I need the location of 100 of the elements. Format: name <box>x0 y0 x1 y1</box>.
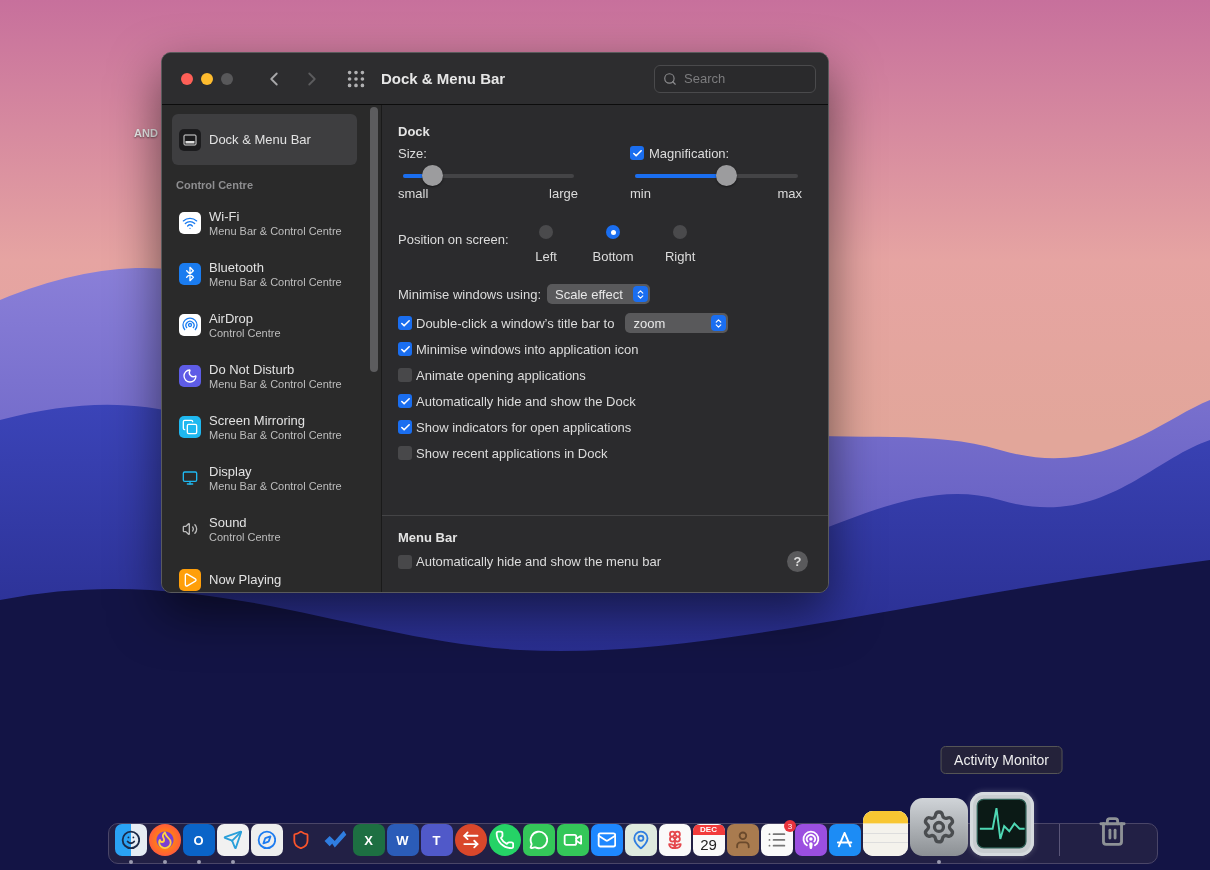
sidebar-item[interactable]: Dock & Menu Bar <box>172 114 357 165</box>
calendar-day: 29 <box>700 835 717 855</box>
overlapping-screens-icon <box>179 415 201 438</box>
bluetooth-icon <box>179 262 201 285</box>
sidebar-item-subtitle: Menu Bar & Control Centre <box>209 377 342 390</box>
sidebar-item-title: Dock & Menu Bar <box>209 132 311 147</box>
radio-button[interactable] <box>539 225 554 239</box>
search-icon <box>663 71 677 86</box>
window-title: Dock & Menu Bar <box>381 70 506 87</box>
moon-icon <box>179 364 201 387</box>
sidebar-section-heading: Control Centre <box>175 178 254 193</box>
section-heading: Dock <box>398 124 431 139</box>
desktop-icon-label: AND <box>134 127 158 139</box>
checkbox[interactable] <box>398 342 412 356</box>
checkbox[interactable] <box>398 446 412 460</box>
map-icon[interactable] <box>624 824 657 856</box>
slider-thumb[interactable] <box>716 165 738 186</box>
checkbox-label: Show recent applications in Dock <box>416 445 608 461</box>
help-button[interactable]: ? <box>787 551 808 572</box>
radio-label: Right <box>664 249 696 264</box>
sidebar-item[interactable]: Sound Control Centre <box>172 503 357 554</box>
checkbox[interactable] <box>398 420 412 434</box>
slider-min-label: min <box>630 186 651 201</box>
scrollbar-thumb[interactable] <box>370 107 378 372</box>
contact-book-icon[interactable] <box>726 824 759 856</box>
sidebar-item-subtitle: Menu Bar & Control Centre <box>209 224 342 237</box>
minimize-window-button[interactable] <box>201 72 213 85</box>
sidebar-item[interactable]: Wi-Fi Menu Bar & Control Centre <box>172 197 357 248</box>
sidebar-item-subtitle: Menu Bar & Control Centre <box>209 479 342 492</box>
play-icon <box>179 568 201 591</box>
concentric-rings-icon <box>179 313 201 336</box>
radio-button[interactable] <box>606 225 621 239</box>
wifi-icon <box>179 211 201 234</box>
slider-min-label: small <box>398 186 429 201</box>
window-icon <box>179 128 201 151</box>
sidebar-item-title: Bluetooth <box>209 259 265 275</box>
calendar-month: DEC <box>692 825 725 835</box>
sidebar-item-title: Do Not Disturb <box>209 361 296 377</box>
smiling-face-icon[interactable] <box>114 824 147 856</box>
stepper-arrows-icon <box>632 286 648 302</box>
notepad-icon[interactable] <box>862 811 908 856</box>
slider-thumb[interactable] <box>422 165 444 186</box>
checkbox-label: Show indicators for open applications <box>416 419 632 435</box>
close-window-button[interactable] <box>181 72 193 85</box>
field-label: Minimise windows using: <box>398 286 542 302</box>
checkbox-label: Magnification: <box>649 145 730 161</box>
checkbox-label: Minimise windows into application icon <box>416 341 639 357</box>
letter-tile-icon[interactable]: W <box>386 824 419 856</box>
field-label: Position on screen: <box>398 232 509 247</box>
sidebar-item-subtitle: Control Centre <box>209 326 281 339</box>
radio-label: Bottom <box>592 249 634 264</box>
letter-tile-icon[interactable]: X <box>352 824 385 856</box>
calendar-icon[interactable]: DEC 29 <box>692 824 725 856</box>
slider-max-label: large <box>549 186 578 201</box>
sidebar-item-subtitle: Control Centre <box>209 530 281 543</box>
sidebar-item-title: Now Playing <box>209 572 282 587</box>
sidebar-item-title: AirDrop <box>209 310 255 326</box>
sidebar-item[interactable]: Display Menu Bar & Control Centre <box>172 452 357 503</box>
action-dropdown[interactable]: zoom <box>625 313 729 333</box>
checkbox[interactable] <box>630 146 644 160</box>
podcast-icon[interactable] <box>794 824 827 856</box>
section-heading: Menu Bar <box>398 530 459 545</box>
checkbox-label: Double-click a window’s title bar to <box>416 315 615 331</box>
letter-tile-icon[interactable]: T <box>420 824 453 856</box>
gear-icon[interactable] <box>909 798 968 856</box>
sidebar-item-subtitle: Menu Bar & Control Centre <box>209 428 342 441</box>
heartbeat-monitor-icon[interactable] <box>969 792 1034 856</box>
sidebar-item-title: Screen Mirroring <box>209 412 307 428</box>
sidebar-item[interactable]: AirDrop Control Centre <box>172 299 357 350</box>
paper-plane-icon[interactable] <box>216 824 249 856</box>
video-camera-icon[interactable] <box>556 824 589 856</box>
radio-label: Left <box>535 249 557 264</box>
checkbox[interactable] <box>398 554 412 569</box>
sidebar-item-subtitle: Menu Bar & Control Centre <box>209 275 342 288</box>
sidebar-item-title: Wi-Fi <box>209 208 241 224</box>
sidebar-item[interactable]: Do Not Disturb Menu Bar & Control Centre <box>172 350 357 401</box>
stepper-arrows-icon <box>711 315 727 331</box>
sidebar-item[interactable]: Bluetooth Menu Bar & Control Centre <box>172 248 357 299</box>
sidebar-item[interactable]: Now Playing <box>172 554 357 592</box>
checkbox[interactable] <box>398 368 412 382</box>
checkbox[interactable] <box>398 394 412 408</box>
flower-icon[interactable] <box>658 824 691 856</box>
compass-icon[interactable] <box>250 824 283 856</box>
search-field[interactable]: Search <box>654 64 816 93</box>
a-shape-icon[interactable] <box>828 824 861 856</box>
sidebar-item[interactable]: Screen Mirroring Menu Bar & Control Centre <box>172 401 357 452</box>
sidebar-item-title: Display <box>209 463 253 479</box>
checkbox[interactable] <box>398 316 412 330</box>
checkbox-label: Automatically hide and show the Dock <box>416 393 636 409</box>
radio-button[interactable] <box>673 225 688 239</box>
speech-bubble-icon[interactable] <box>522 824 555 856</box>
sidebar-item-title: Sound <box>209 514 248 530</box>
envelope-icon[interactable] <box>590 824 623 856</box>
checkbox-label: Automatically hide and show the menu bar <box>416 554 661 569</box>
effect-dropdown[interactable]: Scale effect <box>547 284 650 304</box>
slider-max-label: max <box>777 186 802 201</box>
slider-label: Size: <box>398 145 427 161</box>
list-icon[interactable] <box>760 824 793 856</box>
letter-tile-icon[interactable]: O <box>182 824 215 856</box>
tooltip: Activity Monitor <box>940 746 1063 774</box>
